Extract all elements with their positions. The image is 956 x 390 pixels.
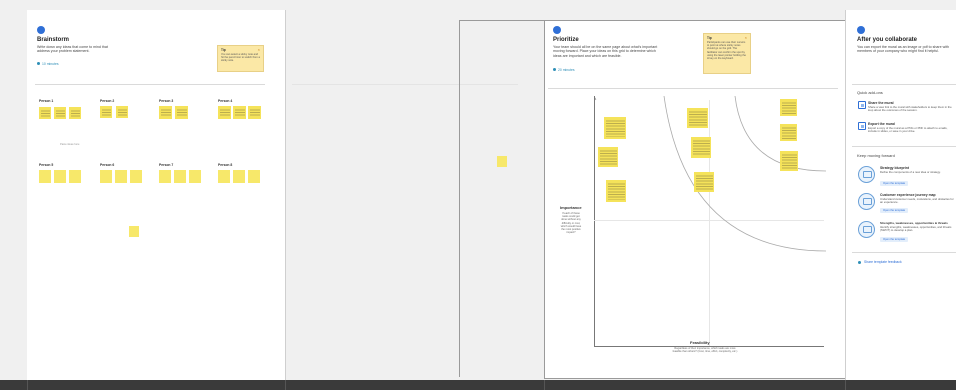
divider	[852, 146, 956, 147]
close-icon[interactable]: ×	[745, 35, 747, 40]
sticky-note[interactable]	[780, 151, 798, 171]
person-label-5: Person 5	[39, 163, 54, 167]
person-label-4: Person 4	[218, 99, 233, 103]
sticky-note[interactable]	[694, 172, 714, 192]
step-badge-2	[553, 26, 561, 34]
prioritize-title: Prioritize	[553, 37, 579, 43]
close-icon[interactable]: ×	[258, 47, 260, 52]
step-badge-3	[857, 26, 865, 34]
sticky-note[interactable]	[174, 170, 186, 183]
template-desc: Understand customer needs, motivations, …	[880, 197, 954, 205]
sticky-note[interactable]	[54, 170, 66, 183]
prioritize-timer[interactable]: 20 minutes	[558, 68, 575, 72]
person-label-8: Person 8	[218, 163, 233, 167]
open-template-button[interactable]: Open the template	[880, 208, 909, 213]
x-axis-sub: Regardless of their importance, which ta…	[672, 347, 738, 354]
addon-desc: Export a copy of the mural as a PNG or P…	[868, 126, 948, 134]
sticky-note[interactable]	[233, 106, 246, 119]
sticky-note[interactable]	[100, 106, 112, 118]
share-mural-checkbox[interactable]	[858, 101, 866, 109]
y-axis-label: Importance	[560, 205, 582, 210]
sticky-note[interactable]	[606, 180, 626, 202]
prioritize-description: Your team should all be on the same page…	[553, 45, 658, 58]
tip-label: Tip	[707, 36, 712, 40]
sticky-note[interactable]	[54, 107, 66, 119]
person-label-2: Person 2	[100, 99, 115, 103]
frame-border	[459, 20, 460, 377]
feedback-link[interactable]: Share template feedback	[864, 260, 902, 264]
frame-border	[459, 20, 544, 21]
brainstorm-tip: Tip × You can select a sticky note and h…	[217, 45, 264, 72]
toolbar-divider	[544, 380, 545, 390]
person-label-1: Person 1	[39, 99, 54, 103]
sticky-note[interactable]	[691, 137, 711, 158]
bottom-toolbar	[0, 380, 956, 390]
divider	[852, 252, 956, 253]
sticky-note[interactable]	[497, 156, 507, 167]
sticky-note[interactable]	[69, 107, 81, 119]
mural-canvas[interactable]: Brainstorm Write down any ideas that com…	[0, 0, 956, 380]
brainstorm-title: Brainstorm	[37, 37, 70, 43]
person-label-3: Person 3	[159, 99, 174, 103]
template-desc: Identify strengths, weaknesses, opportun…	[880, 225, 952, 233]
sticky-note[interactable]	[130, 170, 142, 183]
sticky-note[interactable]	[115, 170, 127, 183]
open-template-button[interactable]: Open the template	[880, 181, 909, 186]
collaborate-title: After you collaborate	[857, 37, 918, 43]
toolbar-divider	[285, 380, 286, 390]
sticky-note[interactable]	[100, 170, 112, 183]
sticky-note[interactable]	[780, 124, 797, 141]
collaborate-description: You can export the mural as an image or …	[857, 45, 949, 54]
sticky-note[interactable]	[248, 106, 261, 119]
person-label-7: Person 7	[159, 163, 174, 167]
frame-border	[285, 10, 286, 380]
prioritize-tip: Tip × Participants can use their cursors…	[703, 33, 751, 74]
sticky-note[interactable]	[189, 170, 201, 183]
y-axis-sub: If each of these tasks could get done wi…	[560, 212, 582, 235]
sticky-note[interactable]	[687, 108, 708, 128]
person-label-6: Person 6	[100, 163, 115, 167]
addon-desc: Share a view link to the mural with stak…	[868, 105, 952, 113]
divider	[548, 88, 838, 89]
toolbar-divider	[845, 380, 846, 390]
tip-label: Tip	[221, 48, 226, 52]
brainstorm-description: Write down any ideas that come to mind t…	[37, 45, 108, 54]
brainstorm-timer[interactable]: 10 minutes	[42, 62, 59, 66]
sticky-note[interactable]	[604, 117, 626, 139]
sticky-note[interactable]	[159, 170, 171, 183]
swot-icon	[858, 221, 875, 238]
quick-add-ons-heading: Quick add-ons	[857, 90, 883, 95]
journey-map-icon	[858, 193, 875, 210]
feedback-icon	[858, 261, 861, 264]
sticky-note[interactable]	[598, 147, 618, 167]
sticky-note[interactable]	[248, 170, 260, 183]
divider	[292, 84, 518, 85]
sticky-note[interactable]	[129, 226, 139, 237]
divider	[852, 84, 956, 85]
timer-icon	[37, 62, 40, 65]
sticky-note[interactable]	[39, 107, 51, 119]
x-axis-label: Feasibility	[690, 340, 710, 345]
sticky-note[interactable]	[116, 106, 128, 118]
sticky-note[interactable]	[218, 106, 231, 119]
step-badge-1	[37, 26, 45, 34]
template-desc: Define the components of a new idea or s…	[880, 170, 941, 174]
strategy-blueprint-icon	[858, 166, 875, 183]
tip-text: Participants can use their cursors to po…	[707, 41, 746, 61]
tip-text: You can select a sticky note and hit the…	[221, 53, 260, 63]
sticky-note[interactable]	[159, 106, 172, 119]
sticky-note[interactable]	[233, 170, 245, 183]
keep-moving-heading: Keep moving forward	[857, 153, 895, 158]
open-template-button[interactable]: Open the template	[880, 237, 909, 242]
sticky-note[interactable]	[175, 106, 188, 119]
timer-icon	[553, 68, 556, 71]
sticky-note[interactable]	[780, 99, 797, 116]
ideas-note: Paste ideas here	[60, 143, 80, 146]
toolbar-divider	[27, 380, 28, 390]
divider	[35, 84, 265, 85]
sticky-note[interactable]	[39, 170, 51, 183]
export-mural-checkbox[interactable]	[858, 122, 866, 130]
sticky-note[interactable]	[69, 170, 81, 183]
sticky-note[interactable]	[218, 170, 230, 183]
